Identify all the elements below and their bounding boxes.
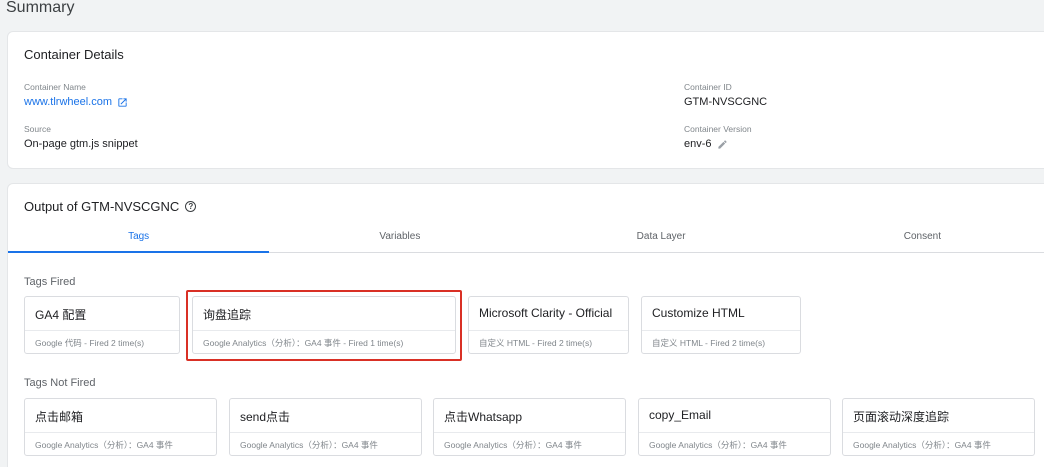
tag-meta: Google Analytics（分析）：GA4 事件: [230, 432, 421, 455]
tag-name: Customize HTML: [652, 306, 745, 320]
tag-card-not-fired[interactable]: 点击Whatsapp Google Analytics（分析）：GA4 事件: [433, 398, 626, 456]
container-id-field: Container ID GTM-NVSCGNC: [684, 82, 767, 108]
tag-card-not-fired[interactable]: 页面滚动深度追踪 Google Analytics（分析）：GA4 事件: [842, 398, 1035, 456]
tag-card-fired[interactable]: GA4 配置 Google 代码 - Fired 2 time(s): [24, 296, 180, 354]
tag-meta: 自定义 HTML - Fired 2 time(s): [469, 330, 628, 353]
output-title: Output of GTM-NVSCGNC: [24, 199, 180, 214]
tag-card-not-fired[interactable]: send点击 Google Analytics（分析）：GA4 事件: [229, 398, 422, 456]
tag-card-fired[interactable]: 询盘追踪 Google Analytics（分析）：GA4 事件 - Fired…: [192, 296, 456, 354]
tab-consent[interactable]: Consent: [792, 226, 1044, 252]
source-value: On-page gtm.js snippet: [24, 138, 138, 150]
container-name-link[interactable]: www.tlrwheel.com: [24, 96, 128, 108]
tag-name: 询盘追踪: [203, 308, 252, 322]
tag-meta: Google 代码 - Fired 2 time(s): [25, 330, 179, 353]
container-name-value[interactable]: www.tlrwheel.com: [24, 96, 112, 108]
tag-meta: Google Analytics（分析）：GA4 事件: [843, 432, 1034, 455]
tab-tags[interactable]: Tags: [8, 226, 270, 253]
tag-name: 点击邮箱: [35, 410, 84, 424]
container-details-title: Container Details: [24, 47, 124, 62]
source-field: Source On-page gtm.js snippet: [24, 124, 138, 150]
tag-meta: Google Analytics（分析）：GA4 事件: [434, 432, 625, 455]
pencil-icon[interactable]: [717, 139, 728, 150]
tab-variables[interactable]: Variables: [269, 226, 530, 252]
container-name-label: Container Name: [24, 82, 86, 92]
tag-name: Microsoft Clarity - Official: [479, 306, 613, 320]
container-id-label: Container ID: [684, 82, 732, 92]
tags-fired-label: Tags Fired: [24, 276, 76, 288]
container-version-field: Container Version env-6: [684, 124, 752, 150]
page-title: Summary: [6, 0, 75, 16]
tags-not-fired-label: Tags Not Fired: [24, 377, 96, 389]
tag-name: 页面滚动深度追踪: [853, 410, 950, 424]
tag-card-not-fired[interactable]: copy_Email Google Analytics（分析）：GA4 事件: [638, 398, 831, 456]
container-id-value: GTM-NVSCGNC: [684, 96, 768, 108]
container-version-label: Container Version: [684, 124, 752, 134]
tag-name: send点击: [240, 410, 291, 424]
tag-name: GA4 配置: [35, 308, 87, 322]
tag-meta: Google Analytics（分析）：GA4 事件 - Fired 1 ti…: [193, 330, 455, 353]
tag-card-not-fired[interactable]: 点击邮箱 Google Analytics（分析）：GA4 事件: [24, 398, 217, 456]
tag-card-fired[interactable]: Customize HTML 自定义 HTML - Fired 2 time(s…: [641, 296, 801, 354]
container-name-field: Container Name www.tlrwheel.com: [24, 82, 128, 108]
tag-card-fired[interactable]: Microsoft Clarity - Official 自定义 HTML - …: [468, 296, 629, 354]
tag-meta: 自定义 HTML - Fired 2 time(s): [642, 330, 800, 353]
source-label: Source: [24, 124, 51, 134]
output-tabs: Tags Variables Data Layer Consent: [8, 226, 1044, 253]
tag-name: 点击Whatsapp: [444, 410, 523, 424]
tag-name: copy_Email: [649, 408, 712, 422]
container-details-card: Container Details Container Name www.tlr…: [7, 31, 1044, 169]
container-version-row: env-6: [684, 138, 752, 150]
tag-meta: Google Analytics（分析）：GA4 事件: [639, 432, 830, 455]
open-in-new-icon[interactable]: [117, 97, 128, 108]
tag-meta: Google Analytics（分析）：GA4 事件: [25, 432, 216, 455]
tab-data-layer[interactable]: Data Layer: [531, 226, 792, 252]
container-version-value: env-6: [684, 138, 712, 150]
output-title-row: Output of GTM-NVSCGNC ?: [24, 199, 197, 214]
help-icon[interactable]: ?: [185, 201, 197, 212]
